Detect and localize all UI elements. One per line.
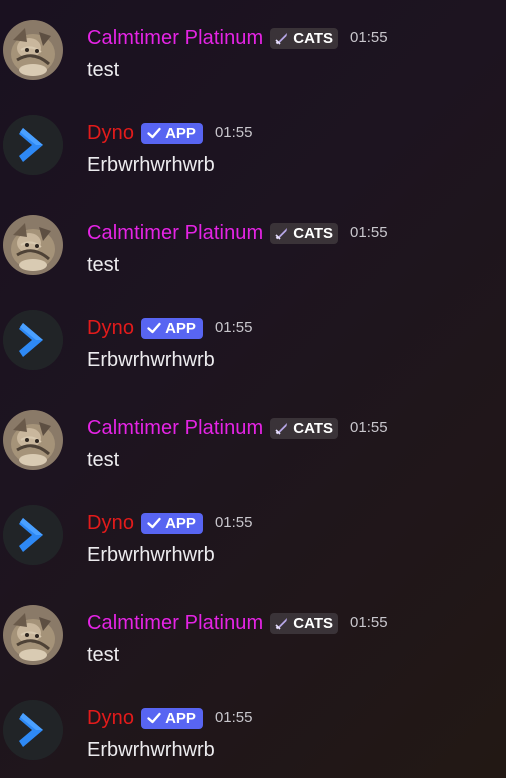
badge-label: CATS <box>293 29 334 47</box>
timestamp: 01:55 <box>214 319 253 336</box>
username[interactable]: Dyno <box>87 510 134 536</box>
message-header: Calmtimer Platinum CATS 01:55 <box>87 25 388 51</box>
badge-label: APP <box>165 709 196 727</box>
message-feed: Calmtimer Platinum CATS 01:55 test Dyno <box>0 0 506 778</box>
message-content: Erbwrhwrhwrb <box>87 154 215 176</box>
checkmark-icon <box>146 515 162 531</box>
username[interactable]: Dyno <box>87 315 134 341</box>
message-header: Dyno APP 01:55 <box>87 510 252 536</box>
checkmark-icon <box>146 125 162 141</box>
message-content: test <box>87 449 120 471</box>
app-badge: APP <box>141 122 203 144</box>
message-header: Calmtimer Platinum CATS 01:55 <box>87 610 388 636</box>
badge-label: APP <box>165 124 196 142</box>
app-badge: APP <box>141 512 203 534</box>
cat-avatar[interactable] <box>3 410 63 470</box>
sword-icon <box>274 420 290 436</box>
message-item: Calmtimer Platinum CATS 01:55 test <box>0 20 506 115</box>
checkmark-icon <box>146 710 162 726</box>
badge-label: CATS <box>293 224 334 242</box>
app-badge: APP <box>141 317 203 339</box>
checkmark-icon <box>146 320 162 336</box>
message-item: Dyno APP 01:55 Erbwrhwrhwrb <box>0 505 506 600</box>
message-content: test <box>87 254 120 276</box>
message-content: test <box>87 59 120 81</box>
dyno-avatar[interactable] <box>3 115 63 175</box>
username[interactable]: Calmtimer Platinum <box>87 610 263 636</box>
message-item: Dyno APP 01:55 Erbwrhwrhwrb <box>0 115 506 210</box>
username[interactable]: Calmtimer Platinum <box>87 25 263 51</box>
sword-icon <box>274 615 290 631</box>
cat-avatar[interactable] <box>3 20 63 80</box>
username[interactable]: Calmtimer Platinum <box>87 220 263 246</box>
message-item: Calmtimer Platinum CATS 01:55 test <box>0 410 506 505</box>
message-item: Calmtimer Platinum CATS 01:55 test <box>0 215 506 310</box>
dyno-avatar[interactable] <box>3 505 63 565</box>
cat-avatar[interactable] <box>3 215 63 275</box>
message-header: Dyno APP 01:55 <box>87 315 252 341</box>
message-item: Calmtimer Platinum CATS 01:55 test <box>0 605 506 700</box>
dyno-avatar[interactable] <box>3 700 63 760</box>
sword-icon <box>274 225 290 241</box>
message-header: Calmtimer Platinum CATS 01:55 <box>87 415 388 441</box>
message-content: Erbwrhwrhwrb <box>87 349 215 371</box>
cat-avatar[interactable] <box>3 605 63 665</box>
sword-icon <box>274 30 290 46</box>
message-header: Dyno APP 01:55 <box>87 705 252 731</box>
username[interactable]: Dyno <box>87 705 134 731</box>
timestamp: 01:55 <box>350 614 388 631</box>
message-item: Dyno APP 01:55 Erbwrhwrhwrb <box>0 310 506 405</box>
timestamp: 01:55 <box>214 514 253 531</box>
timestamp: 01:55 <box>350 419 388 436</box>
message-header: Calmtimer Platinum CATS 01:55 <box>87 220 388 246</box>
timestamp: 01:55 <box>214 709 253 726</box>
badge-label: APP <box>165 319 196 337</box>
dyno-avatar[interactable] <box>3 310 63 370</box>
message-item: Dyno APP 01:55 Erbwrhwrhwrb <box>0 700 506 778</box>
badge-label: CATS <box>293 614 334 632</box>
guild-tag-badge[interactable]: CATS <box>270 222 339 244</box>
username[interactable]: Dyno <box>87 120 134 146</box>
guild-tag-badge[interactable]: CATS <box>270 612 339 634</box>
message-content: Erbwrhwrhwrb <box>87 739 215 761</box>
username[interactable]: Calmtimer Platinum <box>87 415 263 441</box>
message-header: Dyno APP 01:55 <box>87 120 252 146</box>
badge-label: CATS <box>293 419 334 437</box>
badge-label: APP <box>165 514 196 532</box>
guild-tag-badge[interactable]: CATS <box>270 27 339 49</box>
timestamp: 01:55 <box>214 124 253 141</box>
timestamp: 01:55 <box>350 29 388 46</box>
message-content: Erbwrhwrhwrb <box>87 544 215 566</box>
guild-tag-badge[interactable]: CATS <box>270 417 339 439</box>
message-content: test <box>87 644 120 666</box>
app-badge: APP <box>141 707 203 729</box>
timestamp: 01:55 <box>350 224 388 241</box>
